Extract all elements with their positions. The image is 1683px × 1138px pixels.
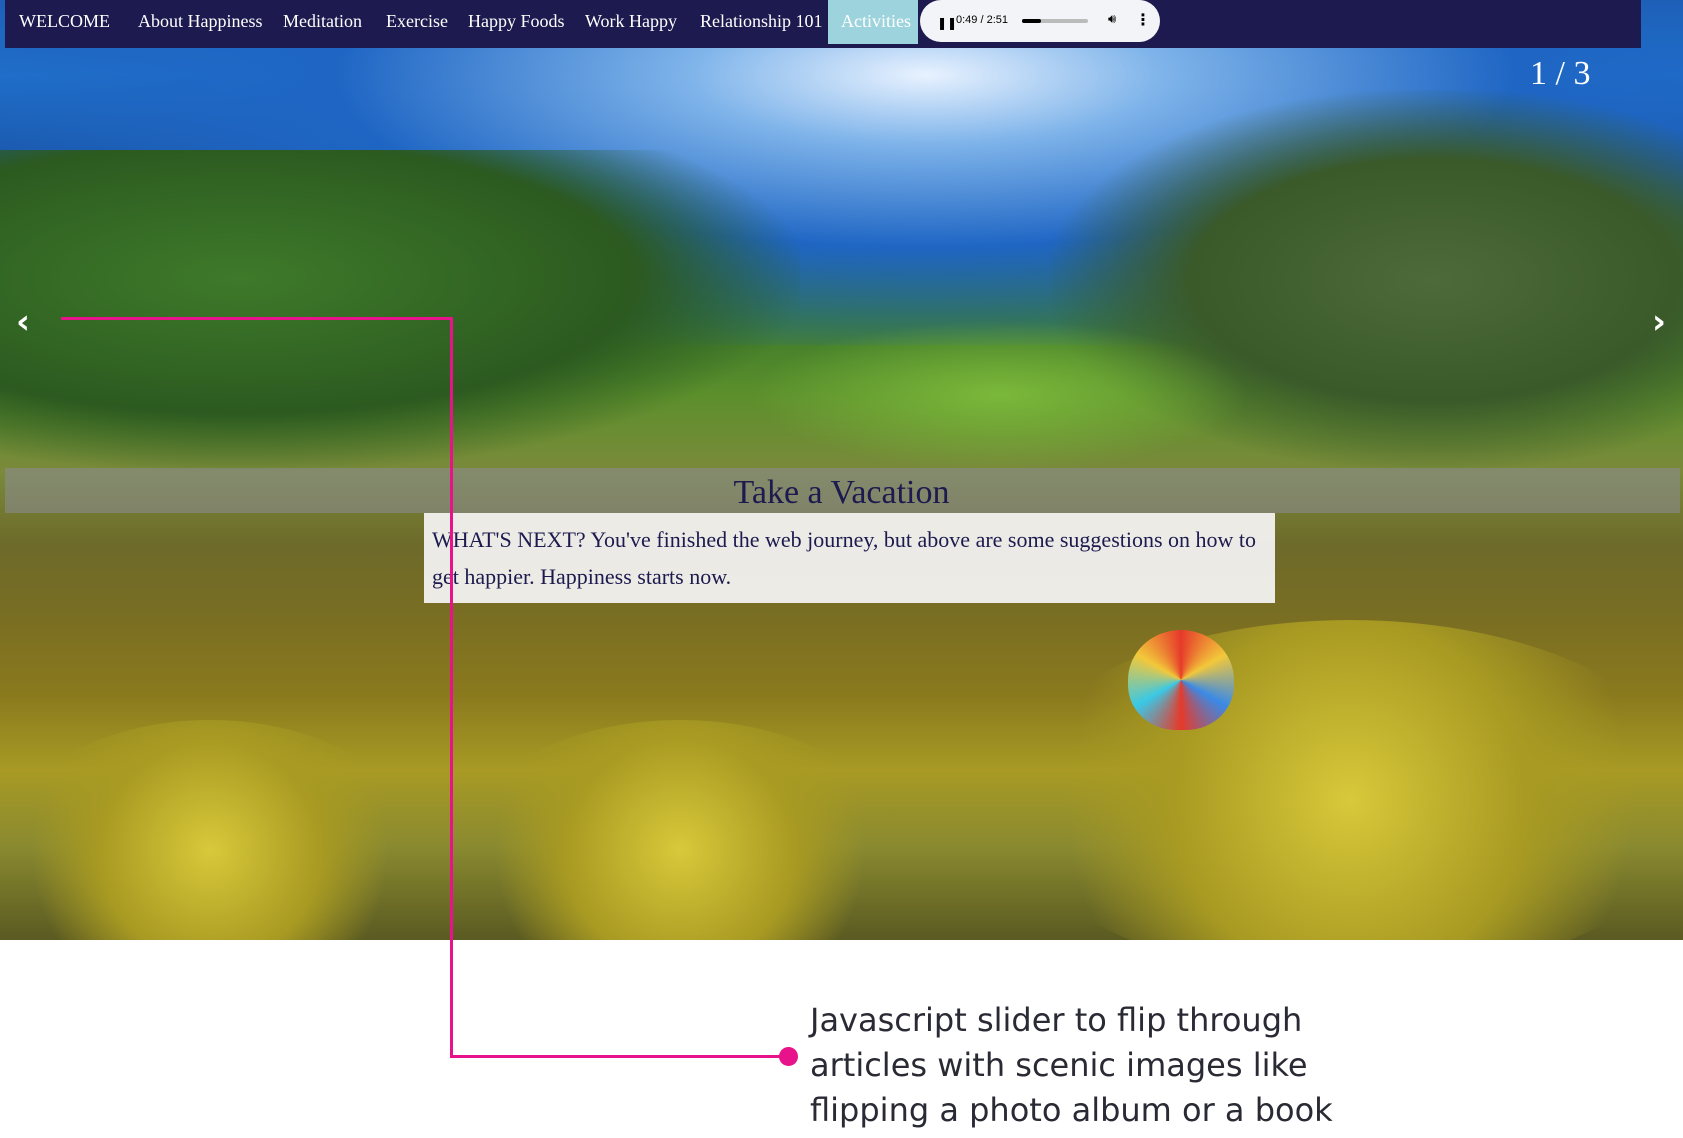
audio-time: 0:49 / 2:51	[956, 14, 1008, 26]
top-nav: WELCOME About Happiness Meditation Exerc…	[5, 0, 1641, 48]
slide-image-valley	[750, 320, 1250, 470]
prev-slide-button[interactable]: ‹	[16, 302, 30, 342]
audio-player: ❚❚ 0:49 / 2:51 🔊︎ ⋮	[920, 0, 1160, 42]
slide-image-foliage	[0, 720, 420, 940]
nav-welcome[interactable]: WELCOME	[19, 11, 110, 32]
annotation-dot	[779, 1047, 798, 1066]
nav-activities-label: Activities	[841, 11, 911, 31]
slide-image-foliage	[460, 720, 900, 940]
next-slide-button[interactable]: ›	[1652, 302, 1666, 342]
volume-icon[interactable]: 🔊︎	[1108, 12, 1116, 27]
annotation-line	[450, 1055, 790, 1058]
audio-progress-slider[interactable]	[1022, 19, 1088, 23]
audio-progress-fill	[1022, 19, 1042, 23]
nav-relationship-101[interactable]: Relationship 101	[700, 11, 823, 32]
slide-counter: 1 / 3	[1530, 55, 1591, 92]
pause-icon[interactable]: ❚❚	[937, 16, 957, 30]
nav-work-happy[interactable]: Work Happy	[585, 11, 677, 32]
image-slider[interactable]: 1 / 3 ‹ › Take a Vacation WHAT'S NEXT? Y…	[0, 0, 1683, 940]
annotation-line	[61, 317, 453, 320]
more-vertical-icon[interactable]: ⋮	[1135, 10, 1151, 29]
slide-image-mountains	[0, 150, 800, 470]
slide-text: WHAT'S NEXT? You've finished the web jou…	[424, 513, 1275, 603]
slide-title: Take a Vacation	[733, 474, 950, 511]
nav-activities[interactable]: Activities	[828, 0, 918, 44]
nav-exercise[interactable]: Exercise	[386, 11, 448, 32]
hot-air-balloon-image	[1128, 630, 1234, 730]
annotation-line	[450, 317, 453, 1058]
nav-happy-foods[interactable]: Happy Foods	[468, 11, 565, 32]
slide-image-foliage	[1000, 620, 1683, 940]
nav-meditation[interactable]: Meditation	[283, 11, 362, 32]
nav-about-happiness[interactable]: About Happiness	[138, 11, 263, 32]
annotation-text: Javascript slider to flip through articl…	[810, 1001, 1333, 1129]
